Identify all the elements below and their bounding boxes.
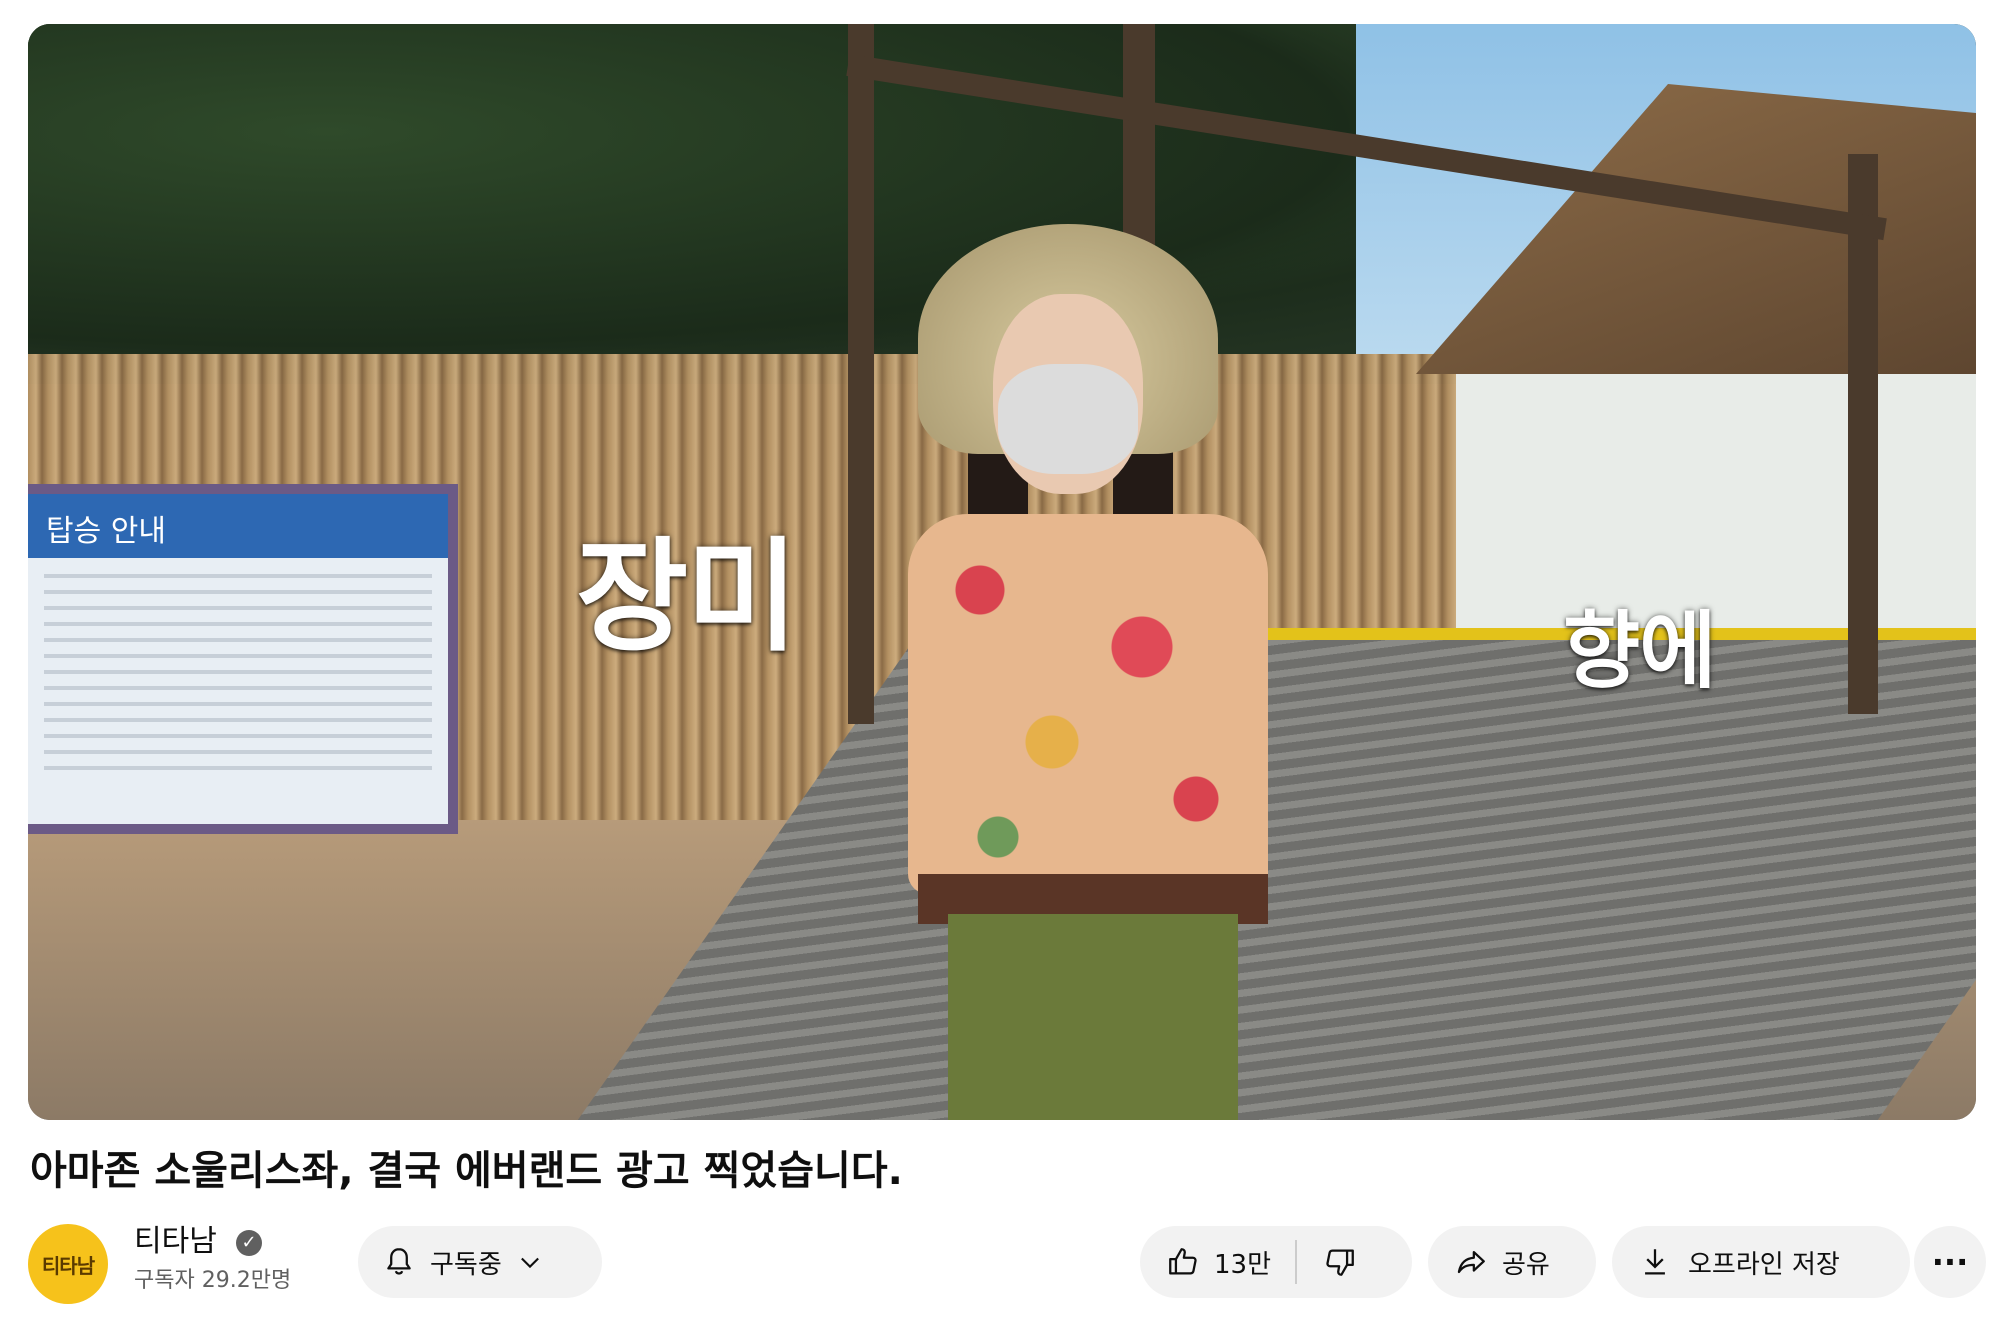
dislike-button[interactable]	[1297, 1226, 1383, 1298]
thumbs-down-icon	[1326, 1249, 1354, 1276]
download-button[interactable]: 오프라인 저장	[1612, 1226, 1910, 1298]
video-post	[848, 24, 874, 724]
video-player[interactable]: 탑승 안내 장미 향에	[28, 24, 1976, 1120]
video-sign-heading: 탑승 안내	[28, 494, 448, 558]
video-frame: 탑승 안내	[28, 24, 1976, 1120]
avatar-logo-text: 티타남	[41, 1253, 95, 1278]
share-icon	[1457, 1250, 1485, 1274]
bell-icon	[387, 1248, 411, 1275]
thumbs-up-icon	[1169, 1248, 1197, 1275]
video-person	[898, 214, 1318, 1120]
like-button[interactable]: 13만	[1140, 1226, 1295, 1298]
like-dislike-group: 13만	[1140, 1226, 1412, 1298]
channel-name[interactable]: 티타남	[134, 1222, 217, 1262]
subscribed-button[interactable]: 구독중	[358, 1226, 602, 1298]
subscriber-count: 구독자 29.2만명	[134, 1268, 292, 1293]
share-label: 공유	[1502, 1249, 1550, 1280]
like-count: 13만	[1214, 1249, 1272, 1280]
video-info-sign: 탑승 안내	[28, 484, 458, 834]
download-label: 오프라인 저장	[1688, 1249, 1840, 1280]
video-title: 아마존 소울리스좌, 결국 에버랜드 광고 찍었습니다.	[30, 1148, 903, 1194]
channel-avatar[interactable]: 티타남	[28, 1224, 108, 1304]
share-button[interactable]: 공유	[1428, 1226, 1596, 1298]
chevron-down-icon	[520, 1257, 539, 1269]
subscribed-label: 구독중	[430, 1249, 502, 1280]
check-circle-icon: ✓	[236, 1230, 262, 1256]
more-icon: ···	[1931, 1243, 1969, 1281]
download-icon	[1645, 1249, 1665, 1275]
video-caption-1: 장미	[576, 526, 798, 668]
more-actions-button[interactable]: ···	[1914, 1226, 1986, 1298]
video-caption-2: 향에	[1563, 602, 1717, 700]
